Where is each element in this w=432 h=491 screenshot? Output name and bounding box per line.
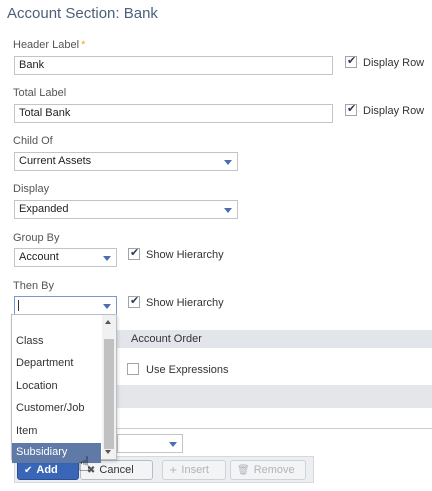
chevron-down-icon bbox=[103, 304, 111, 309]
header-display-row-checkbox[interactable] bbox=[345, 54, 357, 68]
trash-icon: 🗑 bbox=[237, 464, 250, 476]
chevron-down-icon bbox=[169, 442, 177, 447]
group-by-select[interactable]: Account bbox=[14, 248, 117, 267]
group-by-value: Account bbox=[19, 251, 59, 263]
dropdown-option-item[interactable]: Item bbox=[12, 422, 101, 442]
total-display-row-checkbox[interactable] bbox=[345, 102, 357, 116]
cancel-button[interactable]: ✖ Cancel bbox=[80, 460, 153, 480]
header-label-caption: Header Label * bbox=[13, 39, 86, 51]
add-button[interactable]: ✔ Add bbox=[17, 460, 79, 480]
tab-account-order-label: Account Order bbox=[131, 333, 202, 345]
group-by-hierarchy-label: Show Hierarchy bbox=[146, 249, 224, 261]
dropdown-option-location[interactable]: Location bbox=[12, 377, 101, 397]
header-label-input[interactable]: Bank bbox=[14, 56, 333, 75]
chevron-down-icon bbox=[224, 160, 232, 165]
plus-icon: + bbox=[169, 464, 178, 476]
child-of-select[interactable]: Current Assets bbox=[14, 152, 238, 171]
chevron-down-icon bbox=[224, 208, 232, 213]
display-select[interactable]: Expanded bbox=[14, 200, 238, 219]
required-mark: * bbox=[81, 39, 86, 51]
display-caption: Display bbox=[13, 183, 50, 195]
remove-button-label: Remove bbox=[253, 464, 295, 476]
cancel-button-label: Cancel bbox=[99, 464, 134, 476]
chevron-down-icon bbox=[103, 256, 111, 261]
scroll-up-icon[interactable] bbox=[105, 320, 111, 324]
group-by-caption: Group By bbox=[13, 232, 60, 244]
dropdown-option-department[interactable]: Department bbox=[12, 354, 101, 374]
use-expressions-checkbox[interactable] bbox=[127, 363, 139, 375]
page-title: Account Section: Bank bbox=[7, 5, 158, 22]
then-by-hierarchy-label: Show Hierarchy bbox=[146, 297, 224, 309]
remove-button[interactable]: 🗑 Remove bbox=[230, 460, 306, 480]
then-by-select[interactable] bbox=[14, 296, 117, 315]
display-value: Expanded bbox=[19, 203, 69, 215]
total-label-input[interactable]: Total Bank bbox=[14, 104, 333, 123]
use-expressions-label: Use Expressions bbox=[146, 364, 229, 376]
check-icon: ✔ bbox=[24, 464, 33, 476]
section-band bbox=[117, 385, 432, 408]
insert-button[interactable]: + Insert bbox=[162, 460, 226, 480]
scrollbar-thumb[interactable] bbox=[104, 339, 114, 449]
then-by-caption: Then By bbox=[13, 280, 54, 292]
header-display-row-label: Display Row bbox=[363, 57, 425, 69]
total-display-row-label: Display Row bbox=[363, 105, 425, 117]
text-cursor bbox=[18, 300, 19, 311]
then-by-dropdown[interactable]: Class Department Location Customer/Job I… bbox=[11, 314, 117, 463]
then-by-hierarchy-checkbox[interactable] bbox=[128, 294, 140, 308]
tab-account-order[interactable]: Account Order bbox=[117, 330, 432, 348]
scroll-down-icon[interactable] bbox=[105, 450, 111, 454]
total-label-caption: Total Label bbox=[13, 87, 67, 99]
group-by-hierarchy-checkbox[interactable] bbox=[128, 246, 140, 260]
dropdown-option-customer-job[interactable]: Customer/Job bbox=[12, 399, 101, 419]
child-of-caption: Child Of bbox=[13, 135, 53, 147]
dropdown-scrollbar[interactable] bbox=[102, 315, 116, 459]
add-button-label: Add bbox=[36, 464, 58, 476]
child-of-value: Current Assets bbox=[19, 155, 92, 167]
insert-button-label: Insert bbox=[181, 464, 209, 476]
hand-cursor-icon: ☝ bbox=[78, 452, 91, 476]
divider bbox=[117, 428, 432, 429]
dropdown-option-class[interactable]: Class bbox=[12, 332, 101, 352]
row-select[interactable] bbox=[117, 434, 183, 453]
